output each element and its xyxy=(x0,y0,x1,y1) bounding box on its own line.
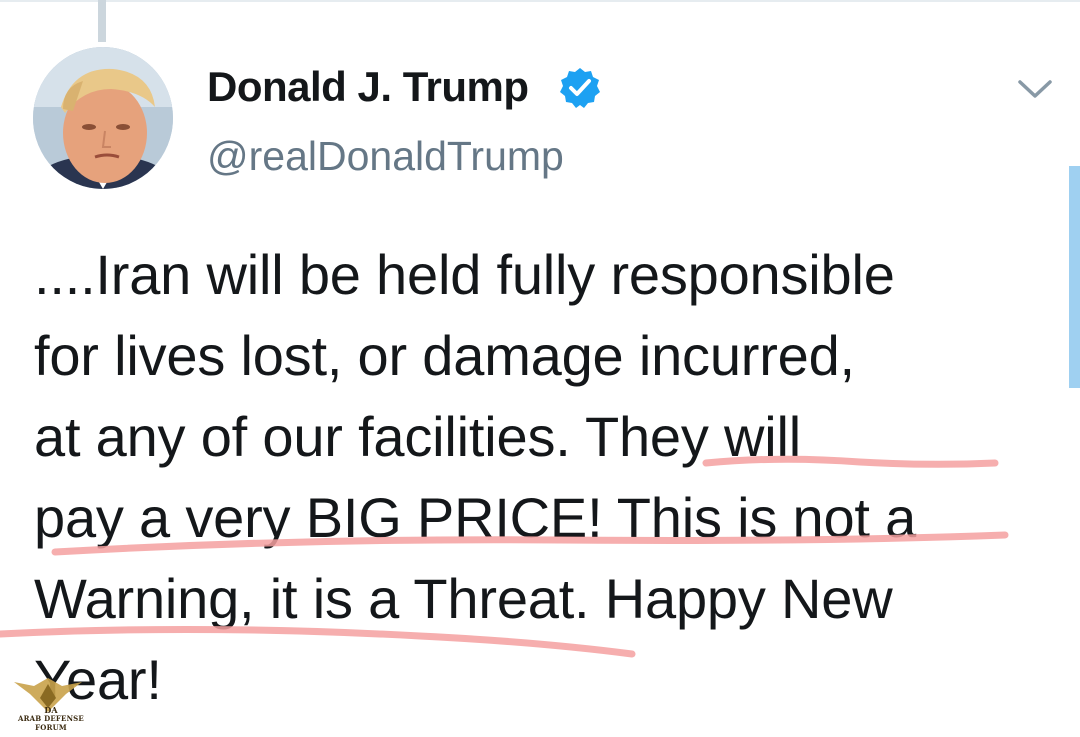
thread-connector-line xyxy=(98,0,106,42)
scrollbar[interactable] xyxy=(1069,166,1080,388)
chevron-down-icon[interactable] xyxy=(1014,74,1056,104)
tweet-text-line: pay a very BIG PRICE! This is not a xyxy=(34,486,917,549)
watermark-text: ARAB DEFENSE FORUM xyxy=(18,714,84,732)
tweet-text-line: ....Iran will be held fully responsible xyxy=(34,243,895,306)
tweet-text-line: for lives lost, or damage incurred, xyxy=(34,324,855,387)
tweet-text-line: at any of our facilities. They will xyxy=(34,405,801,468)
tweet-text-line: Year! xyxy=(34,648,162,711)
top-border xyxy=(0,0,1080,2)
tweet-text: ....Iran will be held fully responsible … xyxy=(34,234,1064,720)
verified-badge-icon xyxy=(560,68,600,108)
avatar-image xyxy=(33,47,173,189)
handle[interactable]: @realDonaldTrump xyxy=(207,133,564,180)
avatar[interactable] xyxy=(33,47,173,189)
tweet-text-line: Warning, it is a Threat. Happy New xyxy=(34,567,893,630)
display-name[interactable]: Donald J. Trump xyxy=(207,63,529,111)
